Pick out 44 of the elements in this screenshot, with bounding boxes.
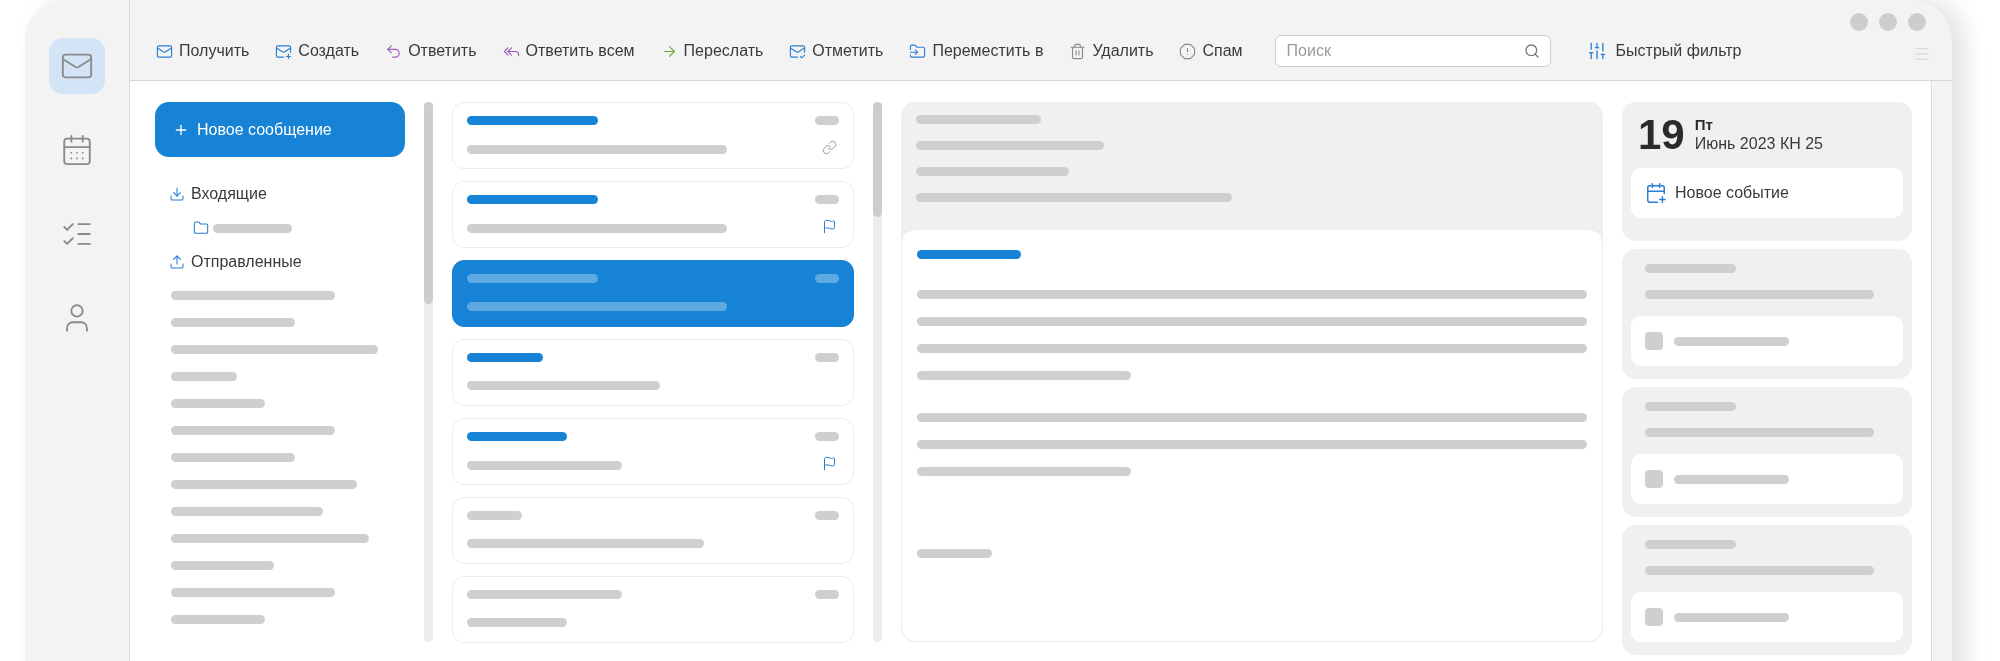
window-control[interactable] <box>1879 13 1897 31</box>
window-control[interactable] <box>1908 13 1926 31</box>
envelope-plus-icon <box>275 42 293 60</box>
checkbox[interactable] <box>1645 470 1663 488</box>
rail-button[interactable] <box>49 38 105 94</box>
new-event-button[interactable]: Новое событие <box>1631 168 1903 218</box>
trash-icon <box>1069 42 1087 60</box>
toolbar-button[interactable]: Ответить <box>385 39 477 63</box>
calendar-plus-icon <box>1645 182 1667 204</box>
folder-icon <box>193 220 209 236</box>
toolbar-button[interactable]: Получить <box>156 39 250 63</box>
quick-filter-button[interactable]: Быстрый фильтр <box>1586 39 1742 63</box>
tray-up-icon <box>169 254 185 270</box>
toolbar-button[interactable]: Переместить в <box>909 39 1044 63</box>
scrollbar-track[interactable] <box>424 102 433 642</box>
search-field[interactable]: Поиск <box>1274 35 1551 67</box>
sliders-icon <box>1586 41 1607 61</box>
envelope-check-icon <box>789 42 807 60</box>
scrollbar-thumb[interactable] <box>873 102 882 217</box>
reply-icon <box>385 42 403 60</box>
search-icon <box>1523 43 1540 59</box>
envelope-icon <box>156 42 173 60</box>
toolbar-button[interactable]: Переслать <box>660 39 764 63</box>
checkbox[interactable] <box>1645 608 1663 626</box>
month-label: Июнь 2023 КН 25 <box>1694 134 1823 155</box>
toolbar-button[interactable]: Создать <box>275 39 360 63</box>
day-number: 19 <box>1638 114 1685 156</box>
menu-icon[interactable] <box>1913 45 1931 63</box>
scrollbar-thumb[interactable] <box>424 102 433 304</box>
toolbar-button[interactable]: Спам <box>1179 39 1243 63</box>
weekday-label: Пт <box>1694 115 1714 135</box>
warning-icon <box>1179 42 1197 60</box>
toolbar-button[interactable]: Ответить всем <box>502 39 635 63</box>
window-control[interactable] <box>1850 13 1868 31</box>
scrollbar-track[interactable] <box>873 102 882 642</box>
new-message-button[interactable]: Новое сообщение <box>155 102 405 157</box>
folder-arrow-icon <box>909 42 927 60</box>
folder-item[interactable]: Отправленные <box>169 245 405 279</box>
folder-item[interactable]: Входящие <box>169 177 405 211</box>
calendar-icon <box>60 133 94 167</box>
toolbar-button[interactable]: Отметить <box>789 39 884 63</box>
tray-down-icon <box>169 186 185 202</box>
toolbar-button[interactable]: Удалить <box>1069 39 1154 63</box>
checkbox[interactable] <box>1645 332 1663 350</box>
